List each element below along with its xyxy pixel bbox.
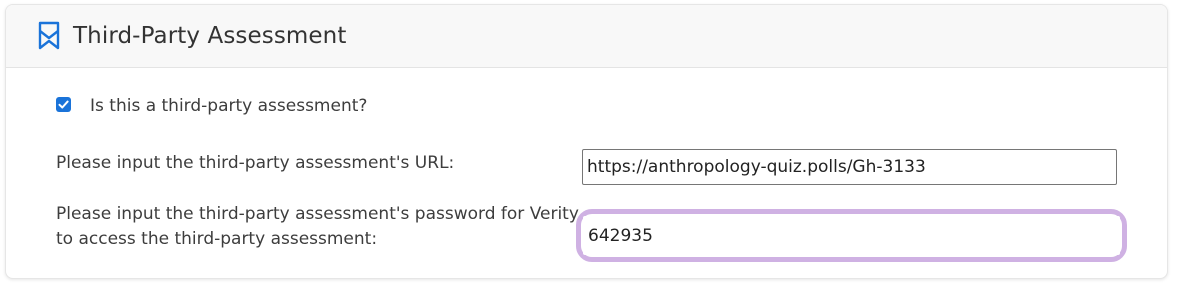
url-input[interactable] <box>582 149 1117 185</box>
password-input[interactable] <box>583 216 1120 255</box>
card-header: Third-Party Assessment <box>6 5 1167 68</box>
third-party-assessment-card: Third-Party Assessment Is this a third-p… <box>5 4 1168 279</box>
third-party-checkbox-label[interactable]: Is this a third-party assessment? <box>90 95 367 117</box>
bookmark-icon <box>37 21 61 51</box>
password-focus-ring <box>576 209 1127 262</box>
url-field-label: Please input the third-party assessment'… <box>56 153 455 173</box>
password-field-label: Please input the third-party assessment'… <box>56 204 579 249</box>
third-party-checkbox[interactable] <box>56 97 71 112</box>
section-title: Third-Party Assessment <box>73 23 347 49</box>
